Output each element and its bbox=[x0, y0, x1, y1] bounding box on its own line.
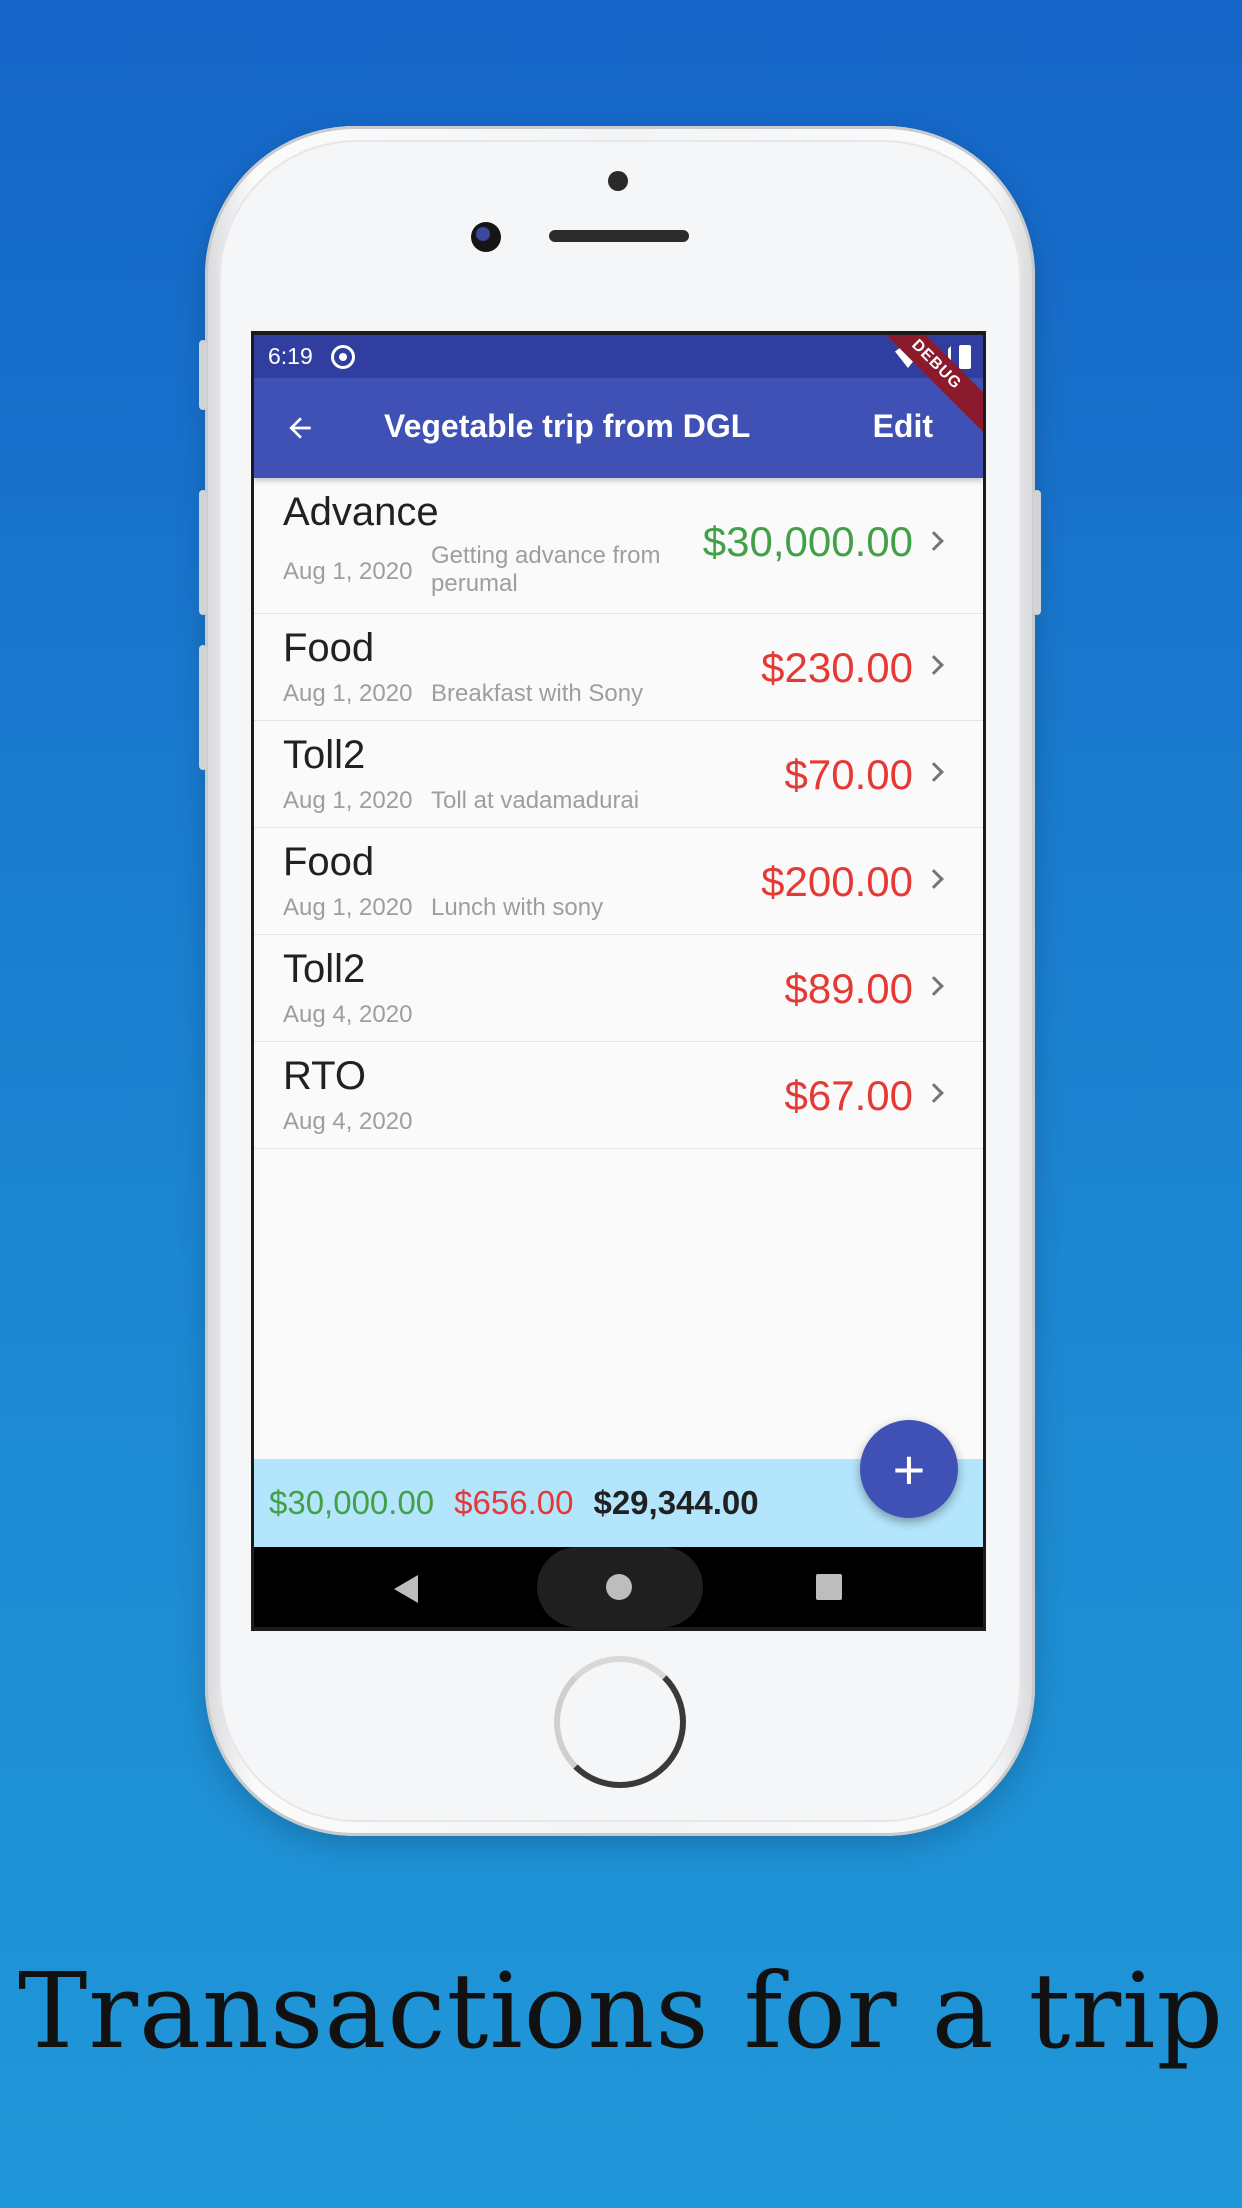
transaction-date: Aug 1, 2020 bbox=[283, 558, 413, 585]
transaction-row[interactable]: RTO Aug 4, 2020 $67.00 bbox=[254, 1042, 983, 1149]
transaction-amount: $230.00 bbox=[761, 644, 913, 691]
volume-up-button bbox=[199, 490, 207, 615]
transaction-row[interactable]: Food Aug 1, 2020 Breakfast with Sony $23… bbox=[254, 614, 983, 721]
transaction-date: Aug 1, 2020 bbox=[283, 894, 413, 921]
sync-icon bbox=[330, 344, 355, 369]
page-title: Vegetable trip from DGL bbox=[384, 408, 751, 444]
plus-icon: + bbox=[892, 1437, 926, 1501]
transaction-title: Food bbox=[283, 840, 375, 884]
app-bar: Vegetable trip from DGL Edit bbox=[254, 378, 983, 478]
chevron-right-icon bbox=[924, 976, 944, 996]
transaction-title: Food bbox=[283, 626, 375, 670]
transaction-list: Advance Aug 1, 2020 Getting advance from… bbox=[254, 478, 983, 1149]
transaction-amount: $67.00 bbox=[784, 1072, 913, 1119]
transaction-amount: $30,000.00 bbox=[702, 518, 913, 565]
transaction-amount: $89.00 bbox=[784, 965, 913, 1012]
transaction-description: Getting advance from perumal bbox=[431, 542, 661, 597]
status-bar: 6:19 bbox=[254, 335, 983, 378]
proximity-sensor bbox=[608, 171, 628, 191]
transaction-description: Toll at vadamadurai bbox=[431, 787, 640, 814]
transaction-date: Aug 4, 2020 bbox=[283, 1001, 413, 1028]
marketing-caption: Transactions for a trip bbox=[17, 1950, 1225, 2072]
mute-switch bbox=[199, 340, 207, 410]
transaction-title: Toll2 bbox=[283, 733, 366, 777]
status-time: 6:19 bbox=[268, 343, 313, 369]
transaction-amount: $70.00 bbox=[784, 751, 913, 798]
volume-down-button bbox=[199, 645, 207, 770]
transaction-description: Lunch with sony bbox=[431, 894, 604, 921]
add-transaction-button[interactable]: + bbox=[860, 1420, 958, 1518]
nav-home-icon[interactable] bbox=[606, 1574, 632, 1600]
transaction-description: Breakfast with Sony bbox=[431, 680, 644, 707]
transaction-date: Aug 1, 2020 bbox=[283, 680, 413, 707]
power-button bbox=[1033, 490, 1041, 615]
phone-screen: 6:19 DEBUG Vegetable trip from DGL Edit … bbox=[251, 331, 986, 1631]
transaction-title: Toll2 bbox=[283, 947, 366, 991]
app-screen: 6:19 DEBUG Vegetable trip from DGL Edit … bbox=[254, 335, 983, 1627]
battery-icon bbox=[959, 345, 971, 369]
transaction-row[interactable]: Toll2 Aug 4, 2020 $89.00 bbox=[254, 935, 983, 1042]
home-button[interactable] bbox=[554, 1656, 686, 1788]
transaction-date: Aug 1, 2020 bbox=[283, 787, 413, 814]
chevron-right-icon bbox=[924, 869, 944, 889]
chevron-right-icon bbox=[924, 762, 944, 782]
chevron-right-icon bbox=[924, 655, 944, 675]
chevron-right-icon bbox=[924, 1083, 944, 1103]
transaction-title: Advance bbox=[283, 490, 439, 534]
transaction-row[interactable]: Toll2 Aug 1, 2020 Toll at vadamadurai $7… bbox=[254, 721, 983, 828]
earpiece-speaker bbox=[549, 230, 689, 242]
android-nav-bar bbox=[254, 1547, 983, 1627]
chevron-right-icon bbox=[924, 531, 944, 551]
transaction-row[interactable]: Advance Aug 1, 2020 Getting advance from… bbox=[254, 478, 983, 614]
transaction-row[interactable]: Food Aug 1, 2020 Lunch with sony $200.00 bbox=[254, 828, 983, 935]
nav-recents-icon[interactable] bbox=[816, 1574, 842, 1600]
front-camera bbox=[471, 222, 501, 252]
total-expense: $656.00 bbox=[454, 1484, 574, 1521]
balance-total: $29,344.00 bbox=[593, 1484, 759, 1521]
nav-back-icon[interactable] bbox=[394, 1575, 418, 1603]
transaction-date: Aug 4, 2020 bbox=[283, 1108, 413, 1135]
transaction-title: RTO bbox=[283, 1054, 366, 1098]
back-arrow-icon[interactable] bbox=[284, 412, 316, 444]
total-income: $30,000.00 bbox=[269, 1484, 435, 1521]
edit-button[interactable]: Edit bbox=[873, 408, 933, 445]
transaction-amount: $200.00 bbox=[761, 858, 913, 905]
